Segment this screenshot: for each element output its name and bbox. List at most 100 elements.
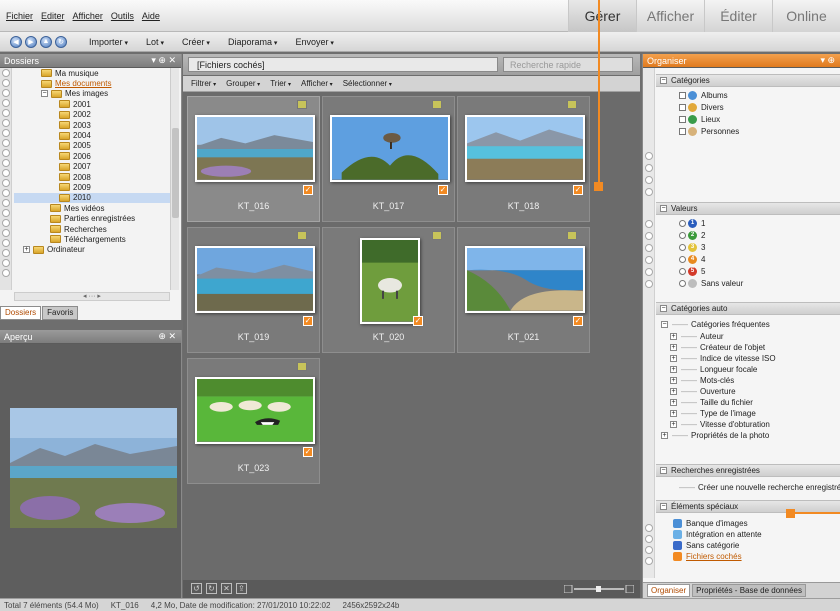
collapse-icon[interactable]: −: [660, 503, 667, 510]
expand-icon[interactable]: +: [670, 332, 677, 340]
watch-circle-icon[interactable]: [645, 176, 653, 184]
folder-item[interactable]: Mes documents: [14, 78, 170, 88]
refresh-icon[interactable]: ↻: [55, 35, 67, 48]
category-checkbox[interactable]: [679, 115, 686, 123]
tab-afficher[interactable]: Afficher: [636, 0, 704, 32]
watch-circle-icon[interactable]: [2, 159, 10, 167]
thumbnail-image[interactable]: [194, 115, 315, 182]
collapse-icon[interactable]: −: [660, 305, 667, 312]
menu-aide[interactable]: Aide: [142, 11, 160, 21]
watch-circle-icon[interactable]: [2, 219, 10, 227]
folder-item[interactable]: 2010: [14, 192, 170, 204]
category-checkbox[interactable]: [679, 103, 686, 111]
auto-photo-properties[interactable]: + —— Propriétés de la photo: [661, 430, 769, 440]
panel-controls-icon[interactable]: ⊕ ✕: [158, 331, 176, 342]
lot-button[interactable]: Lot: [146, 37, 164, 47]
scroll-thumb[interactable]: [172, 128, 179, 218]
watch-circle-icon[interactable]: [645, 256, 653, 264]
rating-item[interactable]: 55: [679, 266, 705, 276]
menu-outils[interactable]: Outils: [111, 11, 134, 21]
thumbnail-image[interactable]: [359, 238, 420, 324]
trier-button[interactable]: Trier: [270, 79, 291, 88]
menu-fichier[interactable]: Fichier: [6, 11, 33, 21]
category-item[interactable]: Divers: [679, 102, 724, 112]
rating-item[interactable]: 44: [679, 254, 705, 264]
section-categories[interactable]: − Catégories: [656, 74, 840, 87]
afficher-button[interactable]: Afficher: [301, 79, 333, 88]
special-item[interactable]: Sans catégorie: [673, 540, 739, 550]
watch-circle-icon[interactable]: [2, 119, 10, 127]
auto-category-item[interactable]: + —— Ouverture: [670, 386, 736, 396]
importer-button[interactable]: Importer: [89, 37, 128, 47]
watch-circle-icon[interactable]: [645, 557, 653, 565]
folder-item[interactable]: Mes vidéos: [14, 203, 170, 213]
tab-online[interactable]: Online: [772, 0, 840, 32]
watch-circle-icon[interactable]: [645, 188, 653, 196]
watch-circle-icon[interactable]: [2, 199, 10, 207]
watch-circle-icon[interactable]: [645, 232, 653, 240]
auto-category-item[interactable]: + —— Auteur: [670, 331, 724, 341]
thumbnail-image[interactable]: [464, 246, 585, 313]
watch-circle-icon[interactable]: [2, 69, 10, 77]
category-checkbox[interactable]: [679, 91, 686, 99]
thumbnail-cell[interactable]: ✓ KT_023: [187, 358, 320, 484]
folder-item[interactable]: 2006: [14, 151, 170, 161]
category-checkbox[interactable]: [679, 127, 686, 135]
expand-icon[interactable]: +: [23, 246, 30, 254]
special-item[interactable]: Intégration en attente: [673, 529, 762, 539]
expand-icon[interactable]: +: [670, 376, 677, 384]
thumbnail-cell[interactable]: ✓ KT_021: [457, 227, 590, 353]
folder-item[interactable]: Parties enregistrées: [14, 213, 170, 223]
folder-item[interactable]: 2009: [14, 182, 170, 192]
rating-item[interactable]: 11: [679, 218, 705, 228]
special-item[interactable]: Banque d'images: [673, 518, 748, 528]
watch-circle-icon[interactable]: [2, 179, 10, 187]
auto-category-item[interactable]: + —— Taille du fichier: [670, 397, 753, 407]
auto-category-item[interactable]: + —— Vitesse d'obturation: [670, 419, 770, 429]
panel-controls-icon[interactable]: ▾ ⊕: [820, 55, 835, 66]
folder-item[interactable]: 2003: [14, 120, 170, 130]
watch-circle-icon[interactable]: [2, 129, 10, 137]
collapse-icon[interactable]: −: [660, 205, 667, 212]
rating-radio[interactable]: [679, 231, 686, 239]
grouper-button[interactable]: Grouper: [226, 79, 260, 88]
up-icon[interactable]: ▲: [40, 35, 52, 48]
rating-radio[interactable]: [679, 255, 686, 263]
creer-button[interactable]: Créer: [182, 37, 210, 47]
thumbnail-cell[interactable]: ✓ KT_017: [322, 96, 455, 222]
forward-icon[interactable]: ▶: [25, 35, 37, 48]
checked-flag-icon[interactable]: ✓: [413, 316, 423, 326]
rating-radio[interactable]: [679, 243, 686, 251]
auto-category-item[interactable]: + —— Créateur de l'objet: [670, 342, 765, 352]
rating-item[interactable]: 22: [679, 230, 705, 240]
watch-circle-icon[interactable]: [2, 149, 10, 157]
expand-icon[interactable]: +: [670, 420, 677, 428]
path-field[interactable]: [Fichiers cochés]: [188, 57, 498, 72]
delete-icon[interactable]: ✕: [221, 583, 232, 594]
folder-item[interactable]: − Mes images: [14, 89, 170, 99]
tab-organiser[interactable]: Organiser: [647, 584, 691, 597]
watch-circle-icon[interactable]: [645, 546, 653, 554]
tab-dossiers[interactable]: Dossiers: [0, 306, 42, 320]
folder-item[interactable]: 2007: [14, 162, 170, 172]
thumbnail-image[interactable]: [464, 115, 585, 182]
watch-circle-icon[interactable]: [645, 280, 653, 288]
category-item[interactable]: Personnes: [679, 126, 739, 136]
rating-radio[interactable]: [679, 267, 686, 275]
watch-circle-icon[interactable]: [2, 269, 10, 277]
panel-controls-icon[interactable]: ▾ ⊕ ✕: [151, 55, 176, 66]
category-item[interactable]: Albums: [679, 90, 728, 100]
watch-circle-icon[interactable]: [2, 239, 10, 247]
folder-item[interactable]: + Ordinateur: [14, 245, 170, 255]
envoyer-button[interactable]: Envoyer: [295, 37, 334, 47]
rating-radio[interactable]: [679, 279, 686, 287]
watch-circle-icon[interactable]: [2, 109, 10, 117]
thumbnail-image[interactable]: [329, 115, 450, 182]
tab-favoris[interactable]: Favoris: [42, 306, 79, 320]
rating-item[interactable]: Sans valeur: [679, 278, 743, 288]
zoom-slider[interactable]: [564, 585, 634, 593]
thumbnail-image[interactable]: [194, 377, 315, 444]
checked-flag-icon[interactable]: ✓: [303, 316, 313, 326]
watch-circle-icon[interactable]: [2, 249, 10, 257]
watch-circle-icon[interactable]: [645, 535, 653, 543]
